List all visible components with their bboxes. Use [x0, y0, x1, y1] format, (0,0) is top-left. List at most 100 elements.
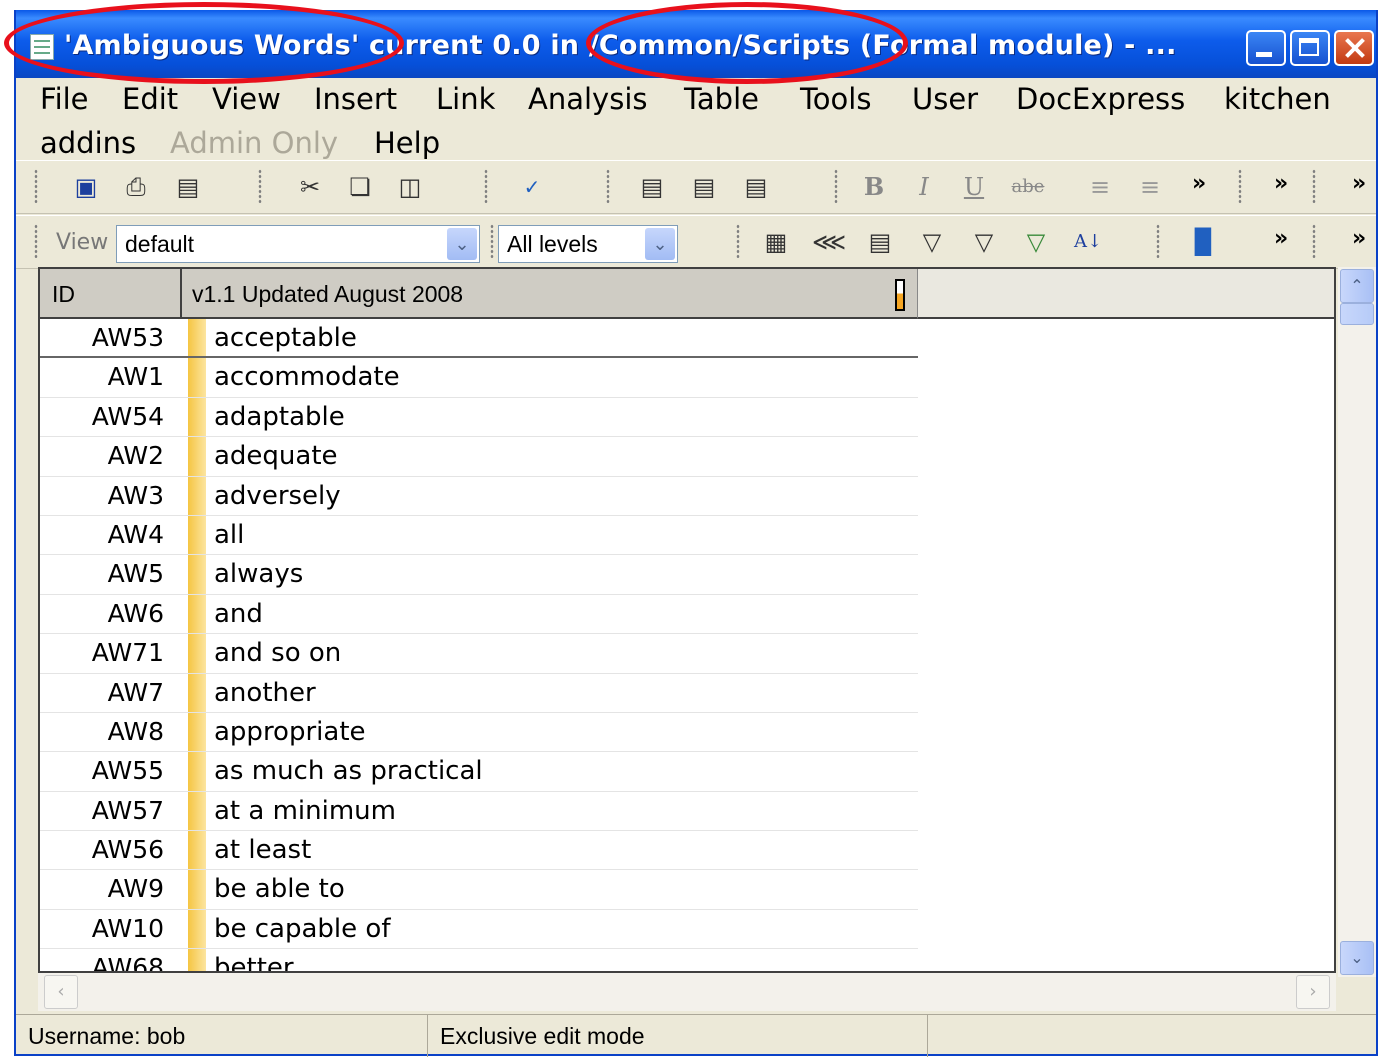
menu-insert[interactable]: Insert	[314, 82, 397, 116]
toolbar-grip[interactable]	[1156, 224, 1160, 258]
levels-select[interactable]: All levels ⌄	[498, 225, 678, 263]
row-text[interactable]: at a minimum	[214, 792, 396, 830]
row-text[interactable]: be capable of	[214, 910, 390, 948]
minimize-button[interactable]	[1246, 30, 1286, 66]
outline-icon[interactable]: ▦	[760, 226, 792, 258]
chart-icon[interactable]: ▉	[1188, 226, 1220, 258]
print-icon[interactable]: ⎙	[120, 171, 152, 203]
strikethrough-icon[interactable]: abe	[1008, 171, 1048, 203]
table-row[interactable]: AW8 appropriate	[40, 712, 918, 753]
table-row[interactable]: AW56 at least	[40, 831, 918, 871]
chevron-down-icon[interactable]: ⌄	[447, 228, 477, 260]
module-grid[interactable]: ID v1.1 Updated August 2008 AW53 acceptab…	[38, 267, 1336, 973]
toolbar-grip[interactable]	[1312, 224, 1316, 258]
scroll-up-button[interactable]: ⌃	[1340, 269, 1374, 303]
toolbar-grip[interactable]	[1312, 169, 1316, 203]
column-header-main[interactable]: v1.1 Updated August 2008	[182, 269, 918, 319]
menu-tools[interactable]: Tools	[800, 82, 871, 116]
table-row[interactable]: AW7 another	[40, 673, 918, 713]
view-select[interactable]: default ⌄	[116, 225, 480, 263]
toolbar-overflow-chevron[interactable]: »	[1274, 171, 1288, 196]
row-text[interactable]: all	[214, 516, 244, 554]
row-text[interactable]: and	[214, 595, 263, 633]
menu-file[interactable]: File	[40, 82, 89, 116]
menu-docexpress[interactable]: DocExpress	[1016, 82, 1185, 116]
table-row[interactable]: AW6 and	[40, 594, 918, 635]
horizontal-scrollbar[interactable]: ‹ ›	[38, 973, 1336, 1011]
column-header-id[interactable]: ID	[40, 269, 182, 319]
cut-icon[interactable]: ✂	[294, 171, 326, 203]
paste-icon[interactable]: ◫	[394, 171, 426, 203]
italic-icon[interactable]: I	[908, 171, 940, 203]
toolbar-grip[interactable]	[490, 224, 494, 258]
row-text[interactable]: always	[214, 555, 303, 593]
toolbar-grip[interactable]	[834, 169, 838, 203]
row-text[interactable]: another	[214, 674, 316, 712]
close-button[interactable]	[1334, 30, 1374, 66]
filter-icon[interactable]: ▽	[916, 226, 948, 258]
toolbar-grip[interactable]	[484, 169, 488, 203]
clear-filter-icon[interactable]: ▽	[1020, 226, 1052, 258]
filter-text-icon[interactable]: ▽	[968, 226, 1000, 258]
scroll-left-button[interactable]: ‹	[44, 975, 78, 1009]
table-row[interactable]: AW54 adaptable	[40, 397, 918, 438]
vertical-scrollbar[interactable]: ⌃ ⌄	[1338, 267, 1376, 977]
table-row[interactable]: AW3 adversely	[40, 476, 918, 516]
bold-icon[interactable]: B	[858, 171, 890, 203]
toolbar-grip[interactable]	[34, 224, 38, 258]
sort-az-icon[interactable]: A↓	[1072, 226, 1104, 258]
row-text[interactable]: be able to	[214, 870, 345, 908]
menu-analysis[interactable]: Analysis	[528, 82, 647, 116]
menu-table[interactable]: Table	[684, 82, 759, 116]
maximize-button[interactable]	[1290, 30, 1330, 66]
toolbar-grip[interactable]	[736, 224, 740, 258]
menu-user[interactable]: User	[912, 82, 978, 116]
row-text[interactable]: at least	[214, 831, 311, 869]
toolbar-grip[interactable]	[1238, 169, 1242, 203]
insert-below-icon[interactable]: ▤	[688, 171, 720, 203]
row-text[interactable]: accommodate	[214, 358, 400, 396]
hierarchy-icon[interactable]: ⋘	[812, 226, 846, 258]
row-text[interactable]: adequate	[214, 437, 338, 475]
table-row[interactable]: AW5 always	[40, 555, 918, 595]
scroll-thumb[interactable]	[1340, 303, 1374, 325]
menu-link[interactable]: Link	[436, 82, 495, 116]
title-bar[interactable]: 'Ambiguous Words' current 0.0 in /Common…	[16, 10, 1376, 78]
table-row[interactable]: AW9 be able to	[40, 870, 918, 910]
scroll-down-button[interactable]: ⌄	[1340, 941, 1374, 975]
menu-addins[interactable]: addins	[40, 126, 136, 160]
menu-edit[interactable]: Edit	[122, 82, 178, 116]
row-text[interactable]: better	[214, 949, 294, 971]
indent-icon[interactable]: ≡	[1134, 171, 1166, 203]
toolbar-grip[interactable]	[606, 169, 610, 203]
table-row[interactable]: AW71 and so on	[40, 634, 918, 674]
document-view-icon[interactable]: ▤	[864, 226, 896, 258]
row-text[interactable]: adversely	[214, 477, 341, 515]
row-text[interactable]: and so on	[214, 634, 341, 672]
table-row[interactable]: AW10 be capable of	[40, 909, 918, 950]
toolbar-overflow-chevron[interactable]: »	[1274, 226, 1288, 251]
menu-view[interactable]: View	[212, 82, 281, 116]
row-text[interactable]: adaptable	[214, 398, 345, 436]
toolbar-grip[interactable]	[34, 169, 38, 203]
underline-icon[interactable]: U	[958, 171, 990, 203]
table-row[interactable]: AW53 acceptable	[40, 319, 918, 359]
table-row[interactable]: AW57 at a minimum	[40, 791, 918, 832]
save-icon[interactable]: ▣	[70, 171, 102, 203]
chevron-down-icon[interactable]: ⌄	[645, 228, 675, 260]
table-row[interactable]: AW68 better	[40, 949, 918, 971]
demote-icon[interactable]: ▤	[740, 171, 772, 203]
toolbar-overflow-chevron[interactable]: »	[1192, 171, 1206, 196]
table-row[interactable]: AW55 as much as practical	[40, 752, 918, 792]
bullet-list-icon[interactable]: ≡	[1084, 171, 1116, 203]
toolbar-grip[interactable]	[258, 169, 262, 203]
insert-object-icon[interactable]: ▤	[636, 171, 668, 203]
spellcheck-icon[interactable]: ✓	[516, 171, 548, 203]
row-text[interactable]: appropriate	[214, 713, 366, 751]
row-text[interactable]: as much as practical	[214, 752, 483, 790]
properties-icon[interactable]: ▤	[172, 171, 204, 203]
menu-kitchen[interactable]: kitchen	[1224, 82, 1331, 116]
row-text[interactable]: acceptable	[214, 319, 357, 357]
table-row[interactable]: AW4 all	[40, 515, 918, 556]
copy-icon[interactable]: ❏	[344, 171, 376, 203]
